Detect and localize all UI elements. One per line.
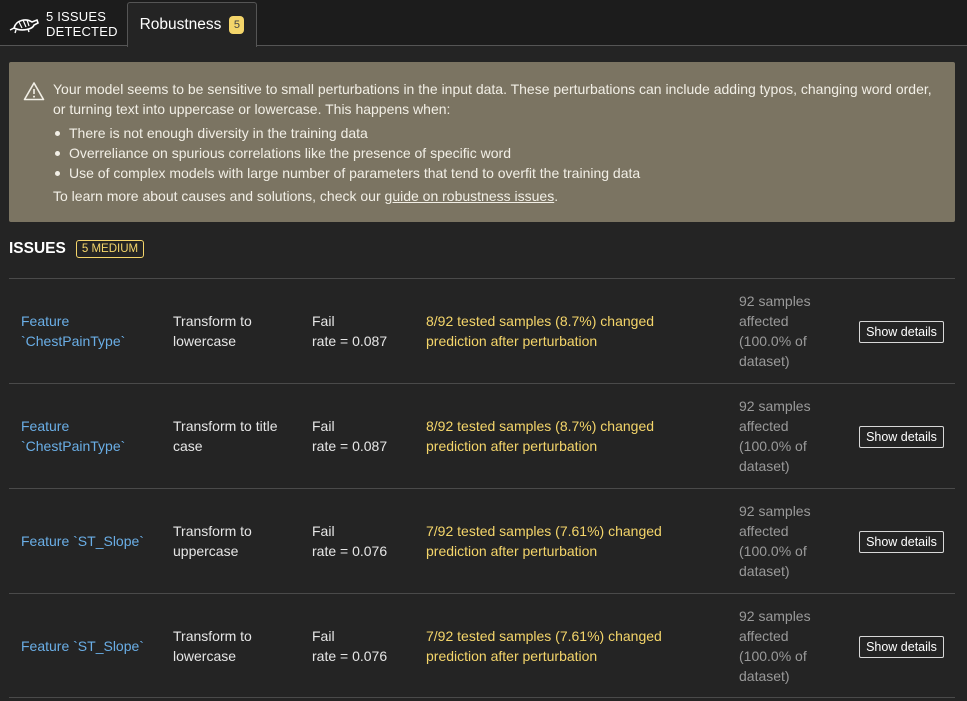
warning-icon — [23, 82, 45, 101]
show-details-button[interactable]: Show details — [859, 636, 944, 658]
cause-item: There is not enough diversity in the tra… — [53, 123, 640, 143]
feature-link[interactable]: Feature `ST_Slope` — [21, 531, 161, 551]
transform-cell: Transform to lowercase — [173, 313, 252, 349]
issues-table: Feature `ChestPainType` Transform to low… — [9, 278, 955, 698]
fail-rate-cell: Fail rate = 0.087 — [312, 313, 388, 349]
affected-samples: 92 samples affected (100.0% of dataset) — [739, 293, 811, 369]
table-row: Feature `ST_Slope` Transform to uppercas… — [9, 488, 955, 593]
issues-title: ISSUES — [9, 240, 66, 257]
show-details-button[interactable]: Show details — [859, 531, 944, 553]
issue-description: 7/92 tested samples (7.61%) changed pred… — [426, 523, 662, 559]
fail-rate-cell: Fail rate = 0.076 — [312, 523, 388, 559]
issues-count-label: 5 ISSUES DETECTED — [46, 9, 118, 39]
tab-robustness[interactable]: Robustness 5 — [127, 2, 257, 47]
banner-outro: To learn more about causes and solutions… — [53, 188, 559, 204]
issues-header: ISSUES 5 MEDIUM — [9, 240, 145, 258]
fail-rate-cell: Fail rate = 0.076 — [312, 628, 388, 664]
transform-cell: Transform to uppercase — [173, 523, 252, 559]
cause-list: There is not enough diversity in the tra… — [53, 123, 640, 183]
feature-link[interactable]: Feature `ChestPainType` — [21, 311, 161, 351]
affected-samples: 92 samples affected (100.0% of dataset) — [739, 503, 811, 579]
feature-link[interactable]: Feature `ChestPainType` — [21, 416, 161, 456]
table-row: Feature `ChestPainType` Transform to low… — [9, 278, 955, 383]
banner-intro: Your model seems to be sensitive to smal… — [53, 81, 932, 117]
turtle-logo-icon — [9, 18, 39, 34]
brand: 5 ISSUES DETECTED — [8, 7, 124, 41]
top-bar: 5 ISSUES DETECTED Robustness 5 — [0, 0, 967, 47]
table-row: Feature `ChestPainType` Transform to tit… — [9, 383, 955, 488]
affected-samples: 92 samples affected (100.0% of dataset) — [739, 608, 811, 684]
robustness-info-banner: Your model seems to be sensitive to smal… — [9, 62, 955, 222]
transform-cell: Transform to lowercase — [173, 628, 252, 664]
show-details-button[interactable]: Show details — [859, 426, 944, 448]
issue-description: 7/92 tested samples (7.61%) changed pred… — [426, 628, 662, 664]
cause-item: Use of complex models with large number … — [53, 163, 640, 183]
affected-samples: 92 samples affected (100.0% of dataset) — [739, 398, 811, 474]
tab-label: Robustness — [139, 16, 222, 33]
issue-description: 8/92 tested samples (8.7%) changed predi… — [426, 418, 655, 454]
fail-rate-cell: Fail rate = 0.087 — [312, 418, 388, 454]
tab-count-badge: 5 — [229, 16, 245, 34]
transform-cell: Transform to title case — [173, 418, 278, 454]
table-row: Feature `ST_Slope` Transform to lowercas… — [9, 593, 955, 698]
issue-description: 8/92 tested samples (8.7%) changed predi… — [426, 313, 655, 349]
severity-badge: 5 MEDIUM — [75, 240, 145, 258]
feature-link[interactable]: Feature `ST_Slope` — [21, 636, 161, 656]
show-details-button[interactable]: Show details — [859, 321, 944, 343]
robustness-guide-link[interactable]: guide on robustness issues — [385, 188, 555, 204]
cause-item: Overreliance on spurious correlations li… — [53, 143, 640, 163]
